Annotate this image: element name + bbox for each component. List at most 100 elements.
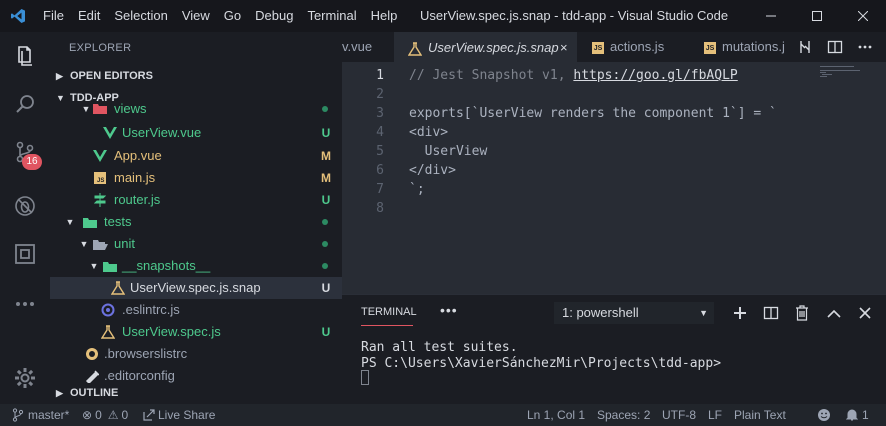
close-window-button[interactable] (840, 0, 886, 32)
explorer-sidebar: EXPLORER ▶ OPEN EDITORS ▼ TDD-APP ▼ view… (50, 32, 342, 404)
more-actions-icon[interactable] (852, 32, 878, 62)
source-control-icon[interactable]: 16 (0, 128, 50, 176)
menu-view[interactable]: View (175, 0, 217, 32)
warning-icon: ⚠ (107, 408, 119, 422)
tab-mutations-js[interactable]: JS mutations.j (694, 32, 789, 62)
title-bar: File Edit Selection View Go Debug Termin… (0, 0, 886, 32)
bell-icon (846, 409, 858, 421)
tab-actions-js[interactable]: JS actions.js (582, 32, 687, 62)
tree-item-eslintrc[interactable]: .eslintrc.js (50, 299, 342, 321)
tree-item-userview-spec[interactable]: UserView.spec.js U (50, 321, 342, 343)
language-mode[interactable]: Plain Text (734, 404, 786, 426)
debug-icon[interactable] (0, 182, 50, 230)
minimap[interactable] (818, 64, 878, 84)
trash-icon[interactable] (789, 300, 815, 326)
live-share-button[interactable]: Live Share (143, 404, 215, 426)
line-number: 6 (376, 163, 384, 178)
code-editor[interactable]: 1 2 3 4 5 6 7 8 // Jest Snapshot v1, htt… (342, 62, 886, 294)
tab-userview-vue[interactable]: v.vue (342, 32, 384, 62)
more-icon[interactable] (0, 280, 50, 328)
panel-more-button[interactable]: ••• (440, 302, 458, 318)
chevron-down-icon: ▼ (79, 239, 89, 249)
encoding-status[interactable]: UTF-8 (662, 404, 696, 426)
tree-item-app-vue[interactable]: App.vue M (50, 145, 342, 167)
outline-section[interactable]: ▶ OUTLINE (50, 382, 342, 404)
js-file-icon: JS (92, 170, 108, 186)
open-changes-icon[interactable] (792, 32, 818, 62)
indentation-status[interactable]: Spaces: 2 (597, 404, 650, 426)
new-terminal-icon[interactable] (727, 300, 753, 326)
code-line-1: // Jest Snapshot v1, https://goo.gl/fbAQ… (409, 68, 738, 83)
minimize-button[interactable] (748, 0, 794, 32)
close-tab-icon[interactable]: × (560, 33, 568, 62)
folder-views-icon (92, 102, 108, 116)
split-editor-icon[interactable] (822, 32, 848, 62)
tree-item-views[interactable]: ▼ views (50, 102, 342, 119)
tab-terminal[interactable]: TERMINAL (361, 306, 417, 318)
tree-item-unit[interactable]: ▼ unit (50, 233, 342, 255)
tree-item-snapshots[interactable]: ▼ __snapshots__ (50, 255, 342, 277)
js-file-icon: JS (592, 41, 604, 54)
code-line-5: UserView (409, 144, 488, 159)
tab-userview-spec-snap[interactable]: UserView.spec.js.snap × (394, 32, 577, 62)
branch-status[interactable]: master* (12, 404, 69, 426)
notifications-status[interactable]: 1 (846, 404, 869, 426)
menu-go[interactable]: Go (217, 0, 248, 32)
close-panel-icon[interactable] (852, 300, 878, 326)
explorer-icon[interactable] (0, 32, 50, 80)
tree-item-main-js[interactable]: JS main.js M (50, 167, 342, 189)
chevron-right-icon: ▶ (56, 71, 63, 81)
flask-icon (100, 324, 116, 340)
menu-file[interactable]: File (36, 0, 71, 32)
vue-file-icon (102, 125, 118, 141)
browserslist-icon (84, 346, 100, 362)
line-number: 4 (376, 125, 384, 140)
terminal-panel: TERMINAL ••• 1: powershell ▼ Ran all tes… (342, 294, 886, 404)
vscode-logo-icon (0, 0, 36, 32)
chevron-down-icon: ▼ (65, 217, 75, 227)
flask-icon (407, 41, 423, 56)
chevron-right-icon: ▶ (56, 388, 63, 398)
tree-item-router-js[interactable]: router.js U (50, 189, 342, 211)
terminal-cursor (361, 370, 369, 385)
menu-bar: File Edit Selection View Go Debug Termin… (36, 0, 404, 32)
code-line-6: </div> (409, 163, 456, 178)
eol-status[interactable]: LF (708, 404, 722, 426)
menu-terminal[interactable]: Terminal (300, 0, 363, 32)
line-number: 1 (376, 68, 384, 83)
tree-item-userview-vue[interactable]: UserView.vue U (50, 122, 342, 144)
tree-item-browserslistrc[interactable]: .browserslistrc (50, 343, 342, 365)
sidebar-title: EXPLORER (69, 42, 132, 54)
router-file-icon (92, 192, 108, 208)
tree-item-userview-spec-snap[interactable]: UserView.spec.js.snap U (50, 277, 342, 299)
tree-item-tests[interactable]: ▼ tests (50, 211, 342, 233)
editor-tabs: v.vue UserView.spec.js.snap × JS actions.… (342, 32, 886, 62)
open-editors-section[interactable]: ▶ OPEN EDITORS (50, 65, 342, 87)
error-icon: ⊗ (82, 408, 93, 422)
untracked-dot (322, 263, 328, 269)
problems-status[interactable]: ⊗ 0 ⚠ 0 (82, 404, 128, 426)
maximize-button[interactable] (794, 0, 840, 32)
menu-edit[interactable]: Edit (71, 0, 107, 32)
menu-debug[interactable]: Debug (248, 0, 300, 32)
line-number: 7 (376, 182, 384, 197)
menu-selection[interactable]: Selection (107, 0, 174, 32)
feedback-smiley-icon[interactable] (817, 404, 831, 426)
folder-snapshots-icon (102, 258, 118, 274)
search-icon[interactable] (0, 80, 50, 128)
menu-help[interactable]: Help (364, 0, 405, 32)
svg-text:JS: JS (97, 178, 104, 184)
chevron-down-icon: ▼ (89, 261, 99, 271)
maximize-panel-icon[interactable] (821, 300, 847, 326)
terminal-select[interactable]: 1: powershell ▼ (554, 302, 714, 324)
extensions-icon[interactable] (0, 230, 50, 278)
split-terminal-icon[interactable] (758, 300, 784, 326)
cursor-position[interactable]: Ln 1, Col 1 (527, 404, 585, 426)
settings-gear-icon[interactable] (0, 354, 50, 402)
snapshot-docs-link[interactable]: https://goo.gl/fbAQLP (573, 68, 737, 83)
folder-open-icon (92, 236, 108, 252)
git-branch-icon (12, 408, 24, 422)
vue-file-icon (92, 148, 108, 164)
untracked-dot (322, 106, 328, 112)
line-number: 5 (376, 144, 384, 159)
